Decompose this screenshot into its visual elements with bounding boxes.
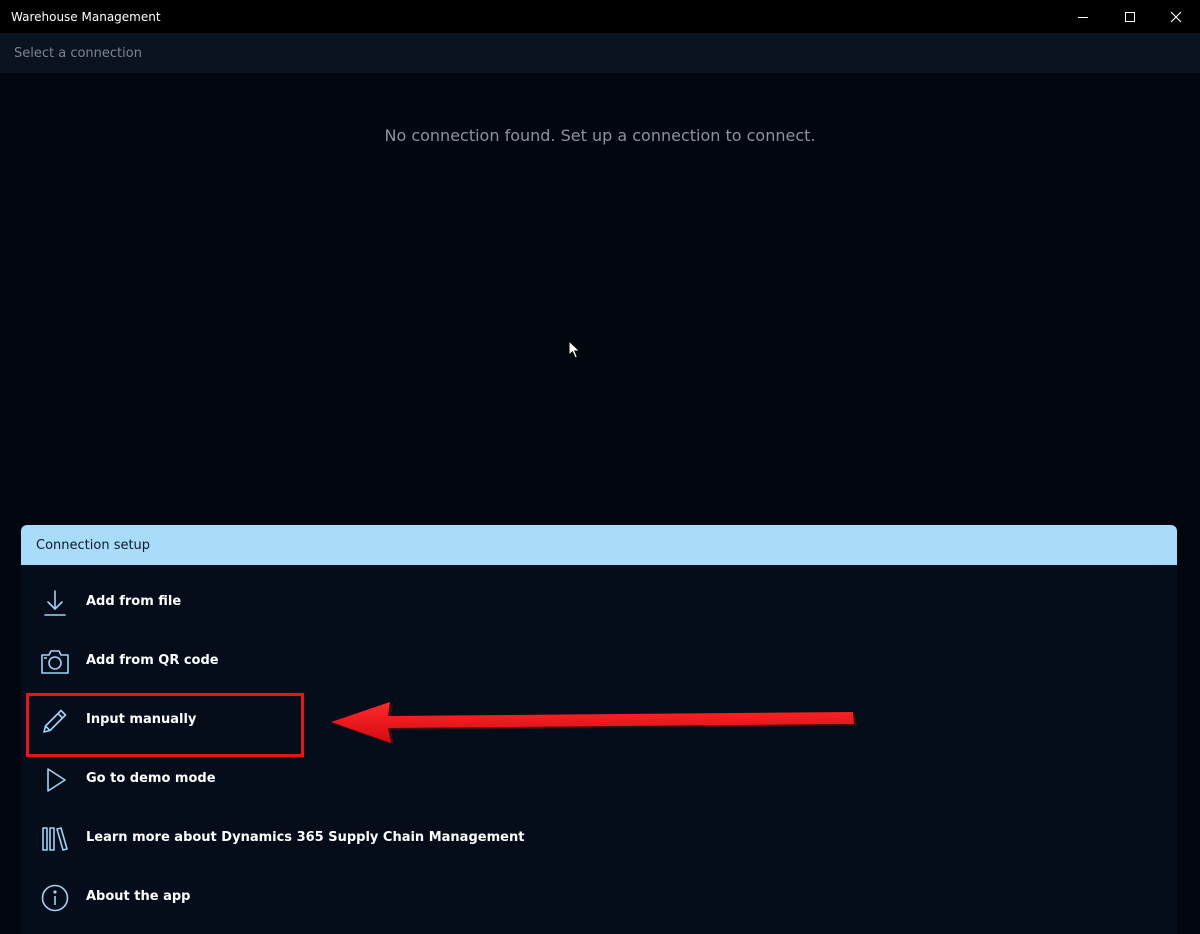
empty-state-message: No connection found. Set up a connection… — [384, 126, 816, 145]
mouse-cursor-icon — [568, 340, 581, 359]
learn-more-item[interactable]: Learn more about Dynamics 365 Supply Cha… — [21, 809, 1177, 868]
play-icon — [39, 764, 71, 796]
learn-more-label: Learn more about Dynamics 365 Supply Cha… — [86, 830, 525, 845]
page-header: Select a connection — [0, 33, 1200, 73]
connection-setup-title: Connection setup — [36, 538, 151, 553]
go-to-demo-mode-item[interactable]: Go to demo mode — [21, 750, 1177, 809]
about-the-app-item[interactable]: About the app — [21, 868, 1177, 927]
add-from-qr-code-item[interactable]: Add from QR code — [21, 632, 1177, 691]
close-icon — [1170, 11, 1182, 22]
annotation-highlight-box — [26, 693, 304, 757]
add-from-file-item[interactable]: Add from file — [21, 573, 1177, 632]
add-from-file-label: Add from file — [86, 594, 182, 609]
window-title: Warehouse Management — [11, 10, 161, 24]
info-icon — [39, 882, 71, 914]
close-button[interactable] — [1153, 0, 1199, 33]
minimize-button[interactable] — [1060, 0, 1106, 33]
minimize-icon — [1078, 16, 1088, 18]
page-title: Select a connection — [14, 46, 142, 61]
about-the-app-label: About the app — [86, 889, 191, 904]
title-bar: Warehouse Management — [0, 0, 1200, 33]
annotation-arrow-icon — [331, 702, 857, 745]
maximize-icon — [1125, 11, 1135, 22]
library-icon — [39, 823, 71, 855]
download-icon — [39, 587, 71, 619]
app-window: Warehouse Management Select a connection… — [0, 0, 1200, 934]
connection-setup-header: Connection setup — [21, 525, 1177, 565]
camera-icon — [39, 646, 71, 678]
add-from-qr-code-label: Add from QR code — [86, 653, 219, 668]
go-to-demo-mode-label: Go to demo mode — [86, 771, 216, 786]
maximize-button[interactable] — [1107, 0, 1153, 33]
